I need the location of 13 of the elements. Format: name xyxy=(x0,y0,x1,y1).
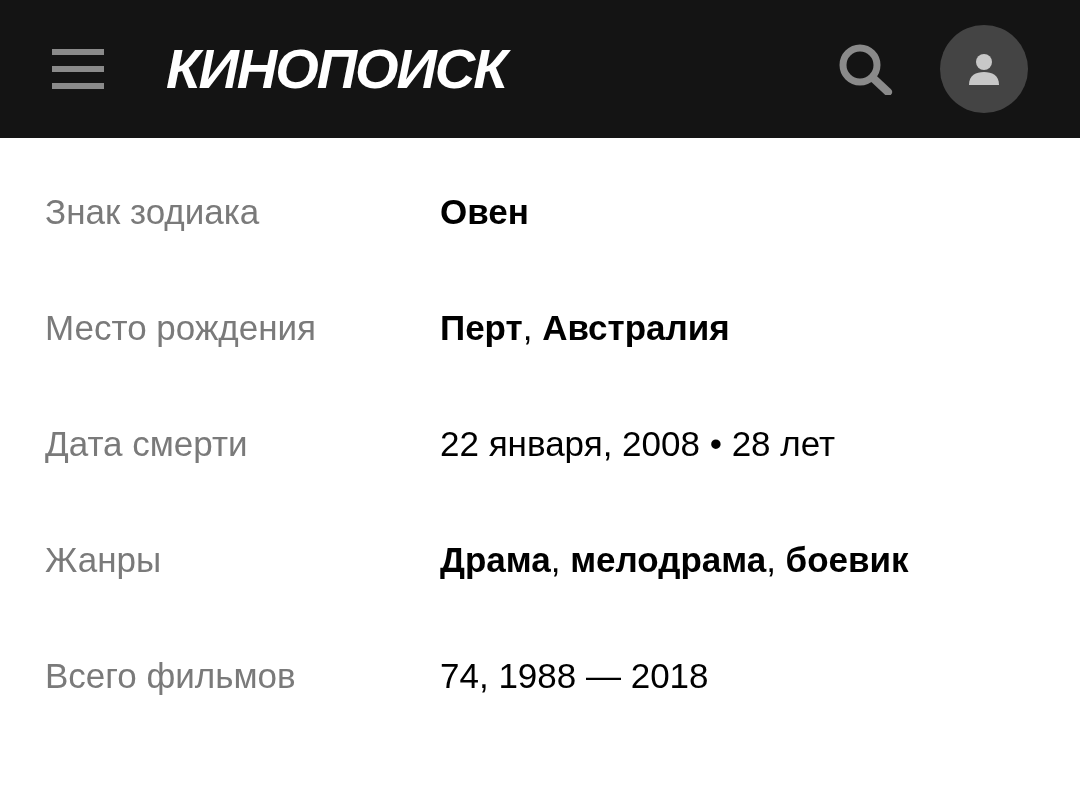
fact-label: Дата смерти xyxy=(45,423,249,465)
fact-label: Всего фильмов xyxy=(45,655,297,697)
search-icon[interactable] xyxy=(838,43,894,95)
fact-label: Место рождения xyxy=(45,307,317,349)
menu-icon[interactable] xyxy=(52,49,104,89)
fact-label: Жанры xyxy=(45,539,163,581)
person-icon xyxy=(968,53,1000,85)
fact-value: 22 января, 2008 • 28 лет xyxy=(440,423,836,465)
fact-value[interactable]: Перт, Австралия xyxy=(440,298,730,358)
fact-value: 74, 1988 — 2018 xyxy=(440,655,709,697)
fact-value[interactable]: Овен xyxy=(440,182,529,242)
fact-value[interactable]: Драма, мелодрама, боевик xyxy=(440,530,909,590)
fact-label: Знак зодиака xyxy=(45,191,261,233)
